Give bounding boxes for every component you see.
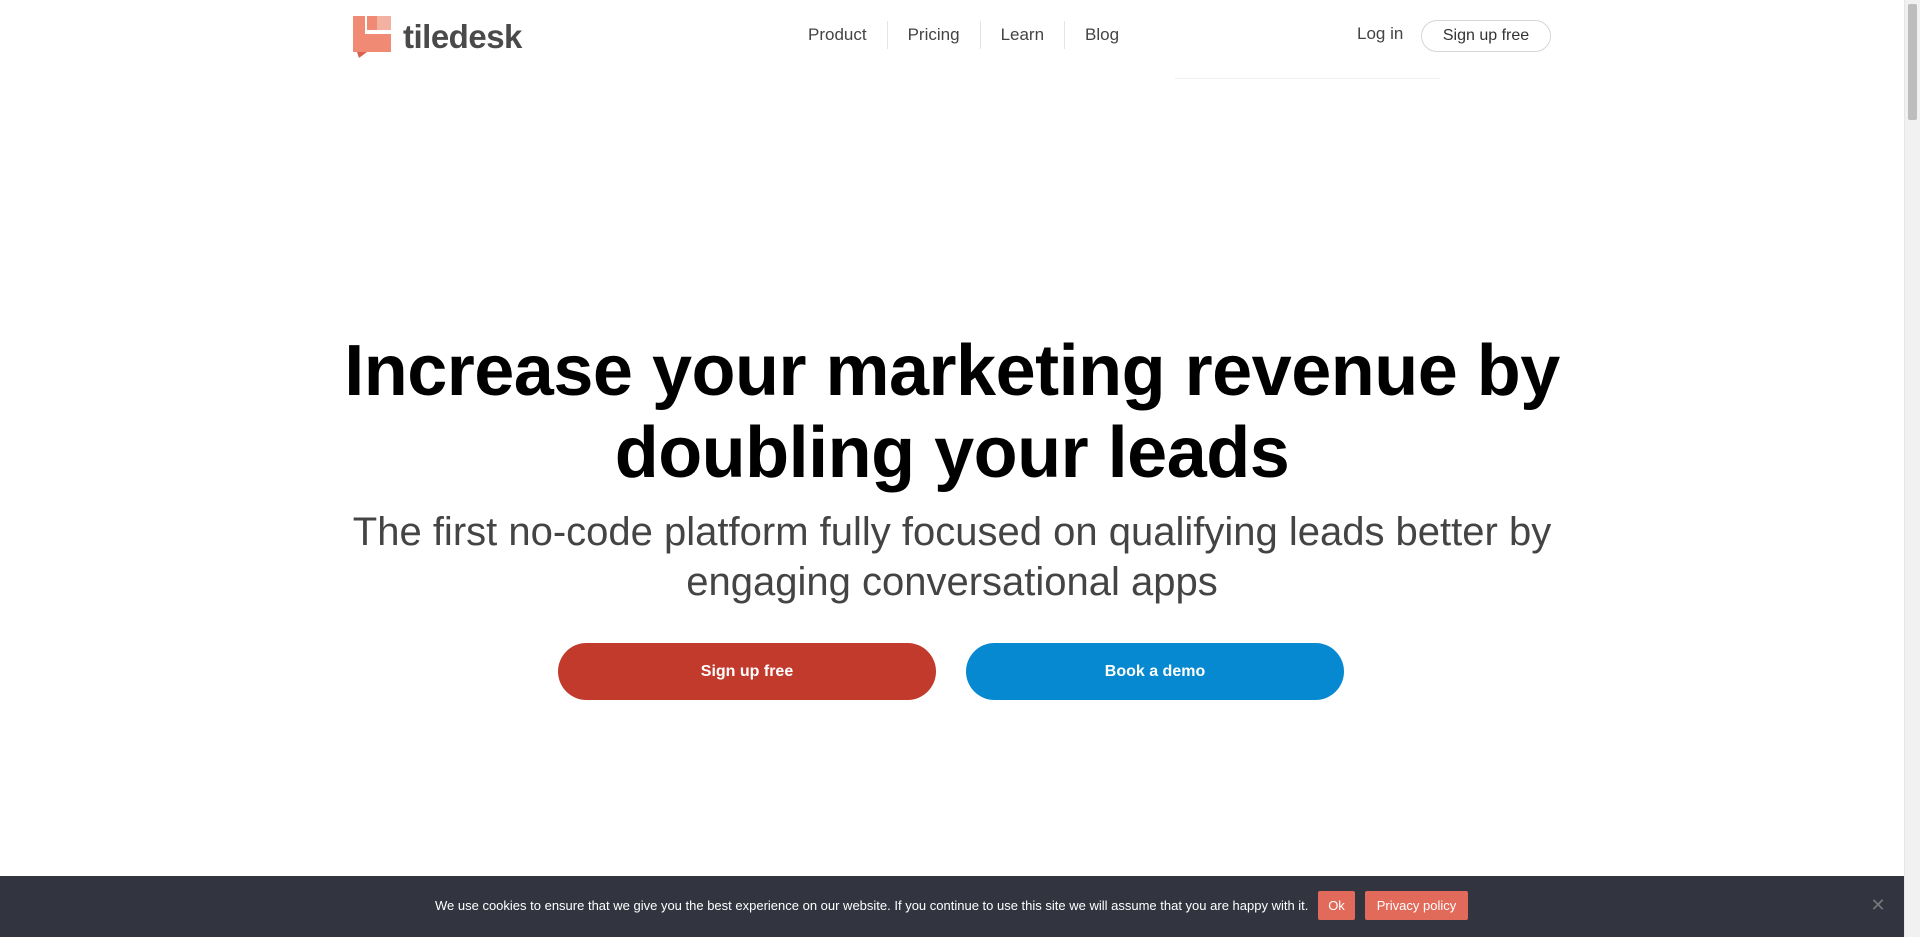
vertical-scrollbar[interactable] xyxy=(1904,0,1920,937)
nav-item-blog[interactable]: Blog xyxy=(1064,21,1139,49)
logo[interactable]: tiledesk xyxy=(353,16,522,58)
hero-title: Increase your marketing revenue by doubl… xyxy=(0,330,1904,494)
login-link[interactable]: Log in xyxy=(1357,24,1403,44)
header-signup-button[interactable]: Sign up free xyxy=(1421,20,1551,52)
hero-subtitle-line-1: The first no-code platform fully focused… xyxy=(352,510,1552,554)
nav-item-learn[interactable]: Learn xyxy=(979,21,1064,49)
header: tiledesk Product Pricing Learn Blog Log … xyxy=(0,0,1904,79)
cookie-ok-button[interactable]: Ok xyxy=(1318,891,1355,920)
hero-title-line-2: doubling your leads xyxy=(614,413,1290,493)
nav-item-pricing[interactable]: Pricing xyxy=(886,21,980,49)
cookie-message: We use cookies to ensure that we give yo… xyxy=(435,898,1309,913)
scrollbar-thumb[interactable] xyxy=(1908,4,1917,120)
hero-subtitle: The first no-code platform fully focused… xyxy=(352,507,1552,607)
nav-item-product[interactable]: Product xyxy=(792,21,887,49)
close-icon[interactable]: ✕ xyxy=(1869,894,1887,916)
book-demo-button[interactable]: Book a demo xyxy=(966,643,1344,700)
hero-title-line-1: Increase your marketing revenue by xyxy=(344,331,1560,411)
header-divider xyxy=(1175,78,1440,79)
page: tiledesk Product Pricing Learn Blog Log … xyxy=(0,0,1920,937)
main-nav: Product Pricing Learn Blog xyxy=(792,20,1139,50)
logo-wordmark: tiledesk xyxy=(403,18,522,55)
privacy-policy-button[interactable]: Privacy policy xyxy=(1365,891,1468,920)
hero-subtitle-line-2: engaging conversational apps xyxy=(686,560,1218,604)
cookie-bar: We use cookies to ensure that we give yo… xyxy=(0,876,1904,937)
signup-free-button[interactable]: Sign up free xyxy=(558,643,936,700)
tiledesk-logo-icon xyxy=(353,16,391,58)
